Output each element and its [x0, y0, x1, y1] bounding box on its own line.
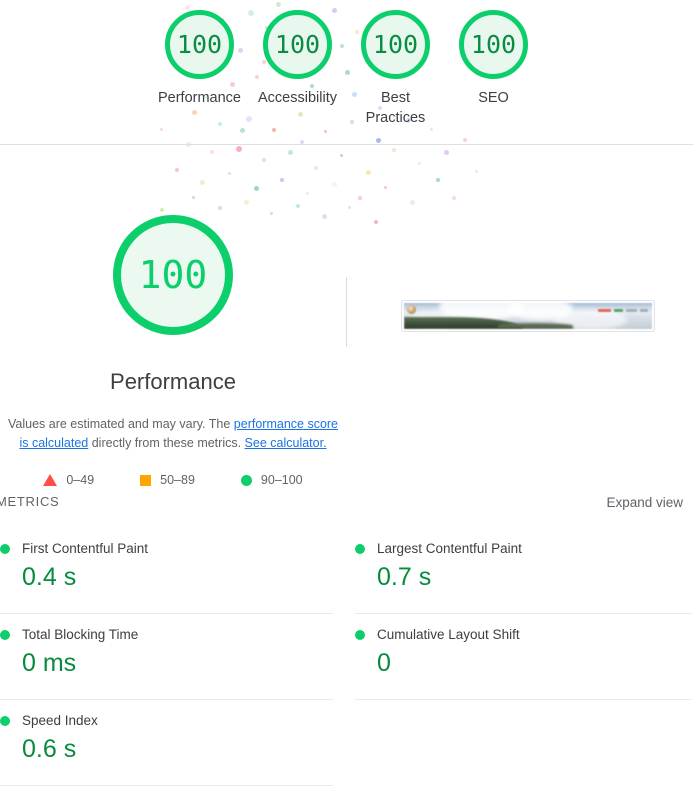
metric-item-placeholder — [355, 700, 692, 780]
metrics-grid: First Contentful Paint 0.4 s Total Block… — [0, 528, 693, 786]
legend-item-pass: 90–100 — [240, 473, 303, 487]
category-score-accessibility[interactable]: 100 Accessibility — [249, 10, 347, 108]
performance-gauge-ring: 100 — [113, 215, 233, 335]
metric-name-speed-index: Speed Index — [22, 713, 98, 728]
confetti-dot — [236, 146, 242, 152]
legend-item-average: 50–89 — [140, 473, 195, 487]
metrics-column-left: First Contentful Paint 0.4 s Total Block… — [0, 528, 346, 786]
metric-head: First Contentful Paint — [0, 541, 333, 556]
square-marker-icon — [140, 474, 152, 486]
best-practices-line-1: Best — [380, 90, 410, 106]
metric-item-total-blocking-time[interactable]: Total Blocking Time 0 ms — [0, 614, 333, 700]
category-score-performance[interactable]: 100 Performance — [151, 10, 249, 108]
performance-disclaimer: Values are estimated and may vary. The p… — [0, 415, 346, 453]
legend-item-fail: 0–49 — [43, 473, 94, 487]
gauge-score-best-practices: 100 — [372, 30, 419, 59]
status-circle-icon-tbt — [0, 629, 10, 640]
category-score-seo[interactable]: 100 SEO — [445, 10, 543, 108]
panel-divider — [346, 277, 347, 347]
disclaimer-text-middle: directly from these metrics. — [88, 436, 245, 450]
category-score-row: 100 Performance 100 Accessibility 100 Be… — [0, 10, 693, 128]
metrics-title: METRICS — [0, 494, 60, 509]
category-score-best-practices[interactable]: 100 Best Practices — [347, 10, 445, 128]
metric-item-largest-contentful-paint[interactable]: Largest Contentful Paint 0.7 s — [355, 528, 692, 614]
gauge-ring-accessibility: 100 — [263, 10, 332, 79]
gauge-ring-performance: 100 — [165, 10, 234, 79]
confetti-dot — [210, 150, 214, 154]
metric-value-cls: 0 — [377, 649, 391, 677]
metric-name-lcp: Largest Contentful Paint — [377, 541, 522, 556]
metric-value-lcp: 0.7 s — [377, 563, 432, 591]
thumbnail-nav-items — [598, 309, 648, 312]
confetti-dot — [348, 206, 351, 209]
confetti-dot — [374, 220, 378, 224]
confetti-dot — [444, 150, 449, 155]
confetti-dot — [358, 196, 362, 200]
metric-name-fcp: First Contentful Paint — [22, 541, 149, 556]
performance-summary-panel: 100 Performance Values are estimated and… — [0, 160, 346, 487]
gauge-label-best-practices: Best Practices — [366, 88, 426, 128]
status-circle-icon-cls — [355, 629, 365, 640]
legend-range-fail: 0–49 — [66, 473, 95, 487]
metric-head: Speed Index — [0, 713, 333, 728]
confetti-dot — [384, 186, 387, 189]
confetti-dot — [392, 148, 396, 152]
metric-value-tbt: 0 ms — [22, 649, 77, 677]
thumbnail-image — [404, 303, 652, 329]
metrics-column-right: Largest Contentful Paint 0.7 s Cumulativ… — [346, 528, 692, 786]
see-calculator-link[interactable]: See calculator. — [245, 436, 327, 450]
performance-gauge-score: 100 — [138, 253, 208, 297]
triangle-marker-icon — [43, 474, 58, 486]
metric-head: Largest Contentful Paint — [355, 541, 692, 556]
metric-value-fcp: 0.4 s — [22, 563, 77, 591]
circle-marker-icon — [240, 474, 252, 486]
gauge-label-seo: SEO — [478, 90, 509, 106]
score-scale-legend: 0–49 50–89 90–100 — [0, 473, 346, 487]
metric-head: Cumulative Layout Shift — [355, 627, 692, 642]
gauge-score-accessibility: 100 — [274, 30, 321, 59]
metric-head: Total Blocking Time — [0, 627, 333, 642]
final-screenshot-thumbnail[interactable] — [401, 300, 655, 332]
confetti-dot — [452, 196, 456, 200]
confetti-dot — [288, 150, 293, 155]
gauge-ring-best-practices: 100 — [361, 10, 430, 79]
confetti-dot — [366, 170, 371, 175]
metric-item-first-contentful-paint[interactable]: First Contentful Paint 0.4 s — [0, 528, 333, 614]
legend-range-average: 50–89 — [160, 473, 195, 487]
metric-name-cls: Cumulative Layout Shift — [377, 627, 520, 642]
performance-gauge-title: Performance — [110, 369, 236, 394]
gauge-score-seo: 100 — [470, 30, 517, 59]
metric-value-speed-index: 0.6 s — [22, 735, 77, 763]
thumbnail-site-logo-icon — [407, 305, 416, 314]
expand-view-toggle[interactable]: Expand view — [606, 495, 683, 510]
gauge-label-performance: Performance — [157, 90, 241, 106]
category-score-strip: 100 Performance 100 Accessibility 100 Be… — [0, 0, 693, 145]
thumbnail-foreground-2 — [498, 323, 573, 329]
best-practices-line-2: Practices — [365, 110, 426, 126]
status-circle-icon-fcp — [0, 543, 10, 554]
confetti-dot — [436, 178, 440, 182]
metric-item-cumulative-layout-shift[interactable]: Cumulative Layout Shift 0 — [355, 614, 692, 700]
confetti-dot — [410, 200, 415, 205]
metrics-section-header: METRICS Expand view — [0, 494, 693, 518]
status-circle-icon-speed-index — [0, 715, 10, 726]
confetti-dot — [340, 154, 343, 157]
confetti-dot — [418, 162, 421, 165]
gauge-score-performance: 100 — [176, 30, 223, 59]
metric-item-speed-index[interactable]: Speed Index 0.6 s — [0, 700, 333, 786]
status-circle-icon-lcp — [355, 543, 365, 554]
legend-range-pass: 90–100 — [260, 473, 303, 487]
confetti-dot — [475, 170, 478, 173]
disclaimer-text-prefix: Values are estimated and may vary. The — [7, 417, 234, 431]
metric-name-tbt: Total Blocking Time — [22, 627, 139, 642]
gauge-label-accessibility: Accessibility — [258, 90, 337, 106]
gauge-ring-seo: 100 — [459, 10, 528, 79]
